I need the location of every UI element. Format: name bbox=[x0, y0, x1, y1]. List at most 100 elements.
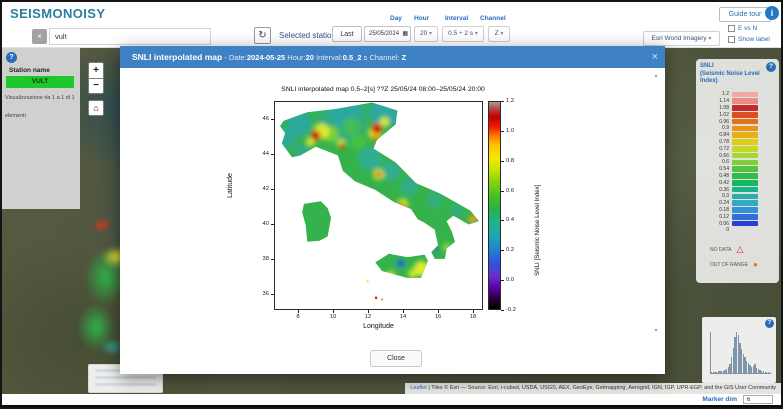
channel-select[interactable]: Z ▾ bbox=[488, 26, 510, 42]
hour-select[interactable]: 20 ▾ bbox=[414, 26, 438, 42]
tick-mark bbox=[501, 161, 504, 162]
station-table-header[interactable]: Station name bbox=[9, 67, 50, 74]
y-axis-label: Latitude bbox=[227, 173, 234, 198]
scroll-down-icon[interactable]: ▾ bbox=[652, 327, 660, 334]
legend-row: 0.9 bbox=[708, 125, 758, 132]
home-icon[interactable]: ⌂ bbox=[88, 100, 104, 116]
channel-label: Channel bbox=[480, 15, 506, 22]
tick-label: 42 bbox=[252, 186, 269, 192]
show-label-checkbox[interactable]: Show label bbox=[728, 36, 770, 43]
legend-row: 0.3 bbox=[708, 193, 758, 200]
scroll-up-icon[interactable]: ▴ bbox=[652, 72, 660, 79]
legend-row: 0.06 bbox=[708, 220, 758, 227]
help-icon[interactable]: ? bbox=[6, 52, 17, 63]
tick-label: 0.4 bbox=[506, 217, 524, 223]
guide-tour-button[interactable]: Guide tour bbox=[719, 7, 771, 22]
basemap-select[interactable]: Esri World Imagery ▾ bbox=[643, 31, 720, 46]
tick-mark bbox=[271, 259, 274, 260]
legend-row: 1.08 bbox=[708, 105, 758, 112]
tick-mark bbox=[403, 310, 404, 313]
evsn-checkbox[interactable]: E vs N bbox=[728, 25, 757, 32]
tick-mark bbox=[501, 310, 504, 311]
interval-label: Interval bbox=[445, 15, 468, 22]
zoom-out-button[interactable]: − bbox=[88, 78, 104, 94]
chevron-down-icon: ▾ bbox=[429, 31, 432, 37]
map-attribution: Leaflet | Tiles © Esri — Source: Esri, i… bbox=[405, 383, 781, 394]
tick-label: 0.6 bbox=[506, 188, 524, 194]
marker-dim-input[interactable] bbox=[743, 395, 773, 404]
snli-legend-rows: 1.21.141.081.020.960.90.840.780.720.660.… bbox=[708, 91, 758, 234]
modal-body: SNLI interpolated map 0.5–2[s] ??Z 25/05… bbox=[120, 68, 665, 374]
info-icon[interactable]: i bbox=[765, 6, 779, 20]
tick-label: 38 bbox=[252, 256, 269, 262]
station-search-input[interactable] bbox=[49, 28, 211, 45]
bottom-bar: Marker dim bbox=[2, 394, 781, 405]
chevron-down-icon: ▾ bbox=[475, 31, 478, 37]
legend-row: 0.12 bbox=[708, 213, 758, 220]
leaflet-link[interactable]: Leaflet bbox=[410, 385, 427, 391]
tick-label: 12 bbox=[361, 314, 375, 320]
checkbox-icon bbox=[728, 25, 735, 32]
tick-label: 36 bbox=[252, 291, 269, 297]
legend-row: 1.02 bbox=[708, 111, 758, 118]
top-toolbar: SEISMONOISY × ↻ Selected station:VULT La… bbox=[2, 2, 781, 48]
attribution-text: | Tiles © Esri — Source: Esri, i-cubed, … bbox=[427, 385, 776, 391]
legend-row: 0.54 bbox=[708, 166, 758, 173]
selected-station-label: Selected station: bbox=[279, 31, 338, 40]
hour-label: Hour bbox=[414, 15, 429, 22]
interval-select[interactable]: 0.5 ÷ 2 s ▾ bbox=[442, 26, 484, 42]
help-icon[interactable]: ? bbox=[766, 62, 776, 72]
italy-heatmap-plot bbox=[274, 101, 483, 310]
tick-mark bbox=[501, 131, 504, 132]
tick-mark bbox=[333, 310, 334, 313]
no-data-row: NO DATA △ bbox=[710, 245, 743, 254]
zoom-in-button[interactable]: + bbox=[88, 62, 104, 78]
snli-map-modal: SNLI interpolated map - Date:2024-05-25 … bbox=[120, 46, 665, 374]
legend-row: 0.84 bbox=[708, 132, 758, 139]
modal-scrollbar[interactable]: ▴ ▾ bbox=[652, 72, 660, 334]
modal-title: SNLI interpolated map bbox=[132, 52, 222, 62]
help-icon[interactable]: ? bbox=[765, 319, 774, 328]
legend-row: 0.78 bbox=[708, 139, 758, 146]
tick-mark bbox=[271, 119, 274, 120]
tick-mark bbox=[501, 250, 504, 251]
station-row-vult[interactable]: VULT bbox=[6, 76, 74, 88]
app-title: SEISMONOISY bbox=[10, 6, 105, 21]
tick-mark bbox=[438, 310, 439, 313]
snli-legend-title: SNLI (Seismic Noise Level Index) bbox=[700, 63, 762, 86]
legend-row: 0.42 bbox=[708, 179, 758, 186]
legend-row: 0.36 bbox=[708, 186, 758, 193]
refresh-icon[interactable]: ↻ bbox=[254, 27, 271, 44]
close-icon[interactable]: × bbox=[652, 46, 658, 68]
date-picker[interactable]: 25/05/2024 ▦ bbox=[364, 26, 411, 42]
figure-title: SNLI interpolated map 0.5–2[s] ??Z 25/05… bbox=[228, 86, 538, 93]
marker-dim-label: Marker dim bbox=[702, 396, 737, 403]
date-value: 25/05/2024 bbox=[369, 27, 399, 41]
tick-label: 8 bbox=[291, 314, 305, 320]
legend-row: 0.66 bbox=[708, 152, 758, 159]
search-clear-button[interactable]: × bbox=[32, 29, 47, 44]
tick-label: 0.0 bbox=[506, 277, 524, 283]
legend-row: 0.72 bbox=[708, 145, 758, 152]
histogram-bar bbox=[770, 372, 771, 373]
legend-row: 1.14 bbox=[708, 98, 758, 105]
legend-row: 0 bbox=[708, 227, 758, 234]
tick-mark bbox=[368, 310, 369, 313]
station-sidebar: ? Station name VULT Visualizzazione da 1… bbox=[2, 48, 80, 209]
modal-close-button[interactable]: Close bbox=[370, 350, 422, 367]
legend-row: 0.24 bbox=[708, 200, 758, 207]
italy-heatmap-svg bbox=[275, 102, 482, 309]
tick-label: 18 bbox=[466, 314, 480, 320]
colorbar-label: SNLI [Seismic Noise Level Index] bbox=[534, 185, 541, 276]
bottom-strip bbox=[2, 405, 781, 409]
last-button[interactable]: Last bbox=[332, 26, 362, 42]
legend-row: 0.6 bbox=[708, 159, 758, 166]
tick-mark bbox=[271, 294, 274, 295]
colorbar bbox=[488, 101, 501, 310]
tick-mark bbox=[271, 224, 274, 225]
tick-label: 16 bbox=[431, 314, 445, 320]
legend-row: 0.48 bbox=[708, 173, 758, 180]
land-layer bbox=[275, 102, 482, 309]
snli-interpolated-figure: SNLI interpolated map 0.5–2[s] ??Z 25/05… bbox=[228, 86, 658, 348]
legend-row: 0.96 bbox=[708, 118, 758, 125]
